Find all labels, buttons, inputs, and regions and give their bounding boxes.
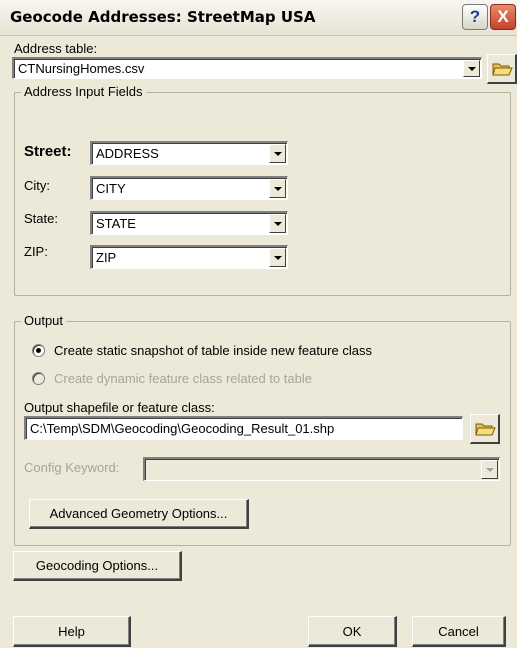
state-label: State: bbox=[24, 211, 58, 226]
config-keyword-label: Config Keyword: bbox=[24, 460, 120, 475]
state-value: STATE bbox=[96, 216, 136, 231]
chevron-down-icon[interactable] bbox=[269, 214, 286, 233]
open-folder-icon bbox=[492, 63, 513, 76]
chevron-down-icon[interactable] bbox=[463, 60, 480, 77]
zip-dropdown[interactable]: ZIP bbox=[90, 245, 288, 269]
city-label: City: bbox=[24, 178, 50, 193]
chevron-down-icon[interactable] bbox=[269, 248, 286, 267]
title-bar: Geocode Addresses: StreetMap USA ? X bbox=[0, 0, 517, 36]
output-shapefile-input[interactable]: C:\Temp\SDM\Geocoding\Geocoding_Result_0… bbox=[24, 416, 463, 440]
chevron-down-icon[interactable] bbox=[269, 144, 286, 163]
open-folder-icon bbox=[475, 423, 496, 436]
output-title: Output bbox=[21, 313, 67, 328]
geocoding-options-button[interactable]: Geocoding Options... bbox=[13, 551, 182, 581]
zip-value: ZIP bbox=[96, 250, 117, 265]
config-keyword-dropdown bbox=[143, 457, 500, 481]
state-dropdown[interactable]: STATE bbox=[90, 211, 288, 235]
output-shapefile-value: C:\Temp\SDM\Geocoding\Geocoding_Result_0… bbox=[30, 421, 335, 436]
address-table-browse-button[interactable] bbox=[487, 54, 517, 84]
dynamic-feature-class-radio bbox=[32, 372, 45, 385]
street-dropdown[interactable]: ADDRESS bbox=[90, 141, 288, 165]
ok-button[interactable]: OK bbox=[308, 616, 397, 647]
cancel-button[interactable]: Cancel bbox=[412, 616, 506, 647]
zip-label: ZIP: bbox=[24, 244, 48, 259]
street-label: Street: bbox=[24, 143, 72, 160]
address-input-fields-title: Address Input Fields bbox=[21, 84, 146, 99]
address-table-dropdown[interactable]: CTNursingHomes.csv bbox=[12, 57, 482, 79]
chevron-down-icon bbox=[481, 460, 498, 479]
window-title: Geocode Addresses: StreetMap USA bbox=[10, 8, 316, 26]
advanced-geometry-options-button[interactable]: Advanced Geometry Options... bbox=[29, 499, 249, 529]
city-dropdown[interactable]: CITY bbox=[90, 176, 288, 200]
address-table-value: CTNursingHomes.csv bbox=[18, 61, 145, 76]
output-browse-button[interactable] bbox=[470, 414, 500, 444]
close-icon[interactable]: X bbox=[490, 4, 516, 30]
address-table-label: Address table: bbox=[14, 41, 98, 56]
help-icon[interactable]: ? bbox=[462, 4, 488, 30]
city-value: CITY bbox=[96, 181, 126, 196]
static-snapshot-label: Create static snapshot of table inside n… bbox=[54, 343, 372, 358]
help-button[interactable]: Help bbox=[13, 616, 131, 647]
dynamic-feature-class-label: Create dynamic feature class related to … bbox=[54, 371, 312, 386]
output-shapefile-label: Output shapefile or feature class: bbox=[24, 400, 215, 415]
static-snapshot-radio[interactable] bbox=[32, 344, 45, 357]
chevron-down-icon[interactable] bbox=[269, 179, 286, 198]
street-value: ADDRESS bbox=[96, 146, 159, 161]
